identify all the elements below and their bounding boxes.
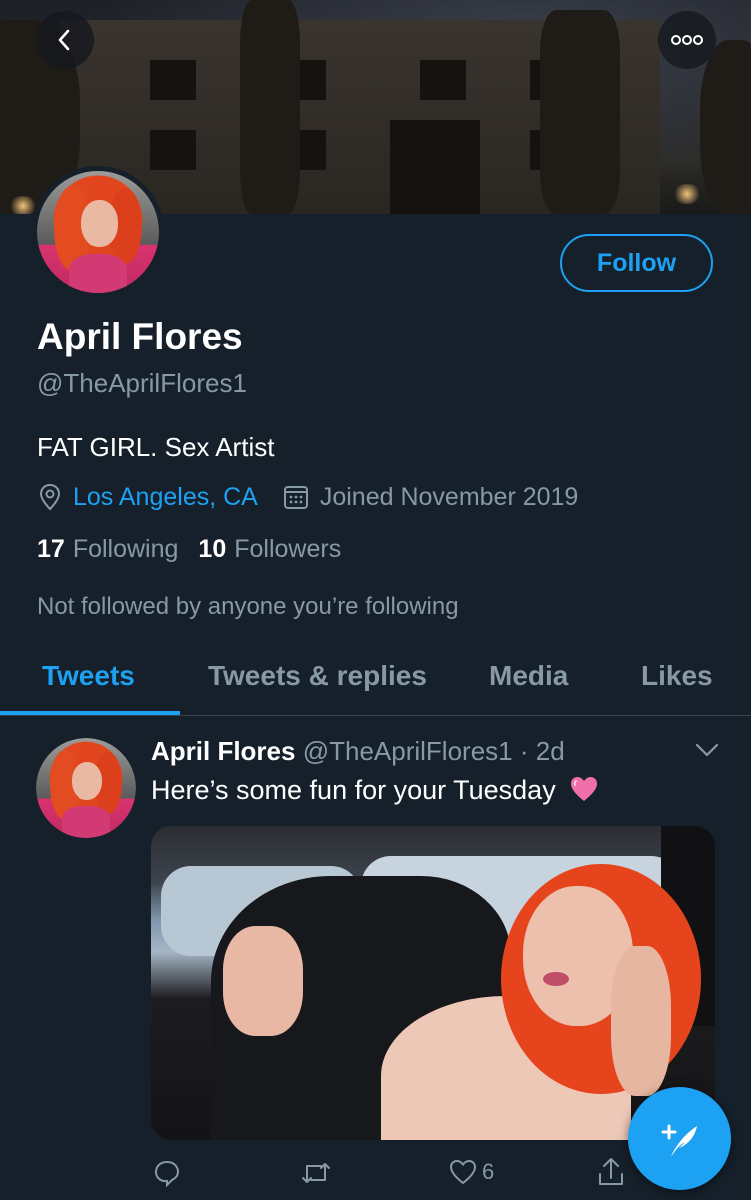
profile-location-link[interactable]: Los Angeles, CA — [73, 483, 258, 512]
active-tab-indicator — [0, 711, 180, 715]
profile-tabs: Tweets Tweets & replies Media Likes — [0, 640, 751, 716]
profile-name: April Flores — [37, 316, 243, 357]
tweet-body: Here’s some fun for your Tuesday — [151, 775, 556, 805]
compose-tweet-button[interactable] — [628, 1087, 731, 1190]
tab-tweets-replies[interactable]: Tweets & replies — [208, 660, 427, 692]
retweet-icon — [302, 1163, 330, 1183]
following-label: Following — [72, 535, 179, 563]
like-count: 6 — [482, 1159, 495, 1184]
profile-meta: Los Angeles, CA Joined November 2019 — [37, 480, 578, 514]
tweet-handle-time: @TheAprilFlores1 · 2d — [302, 736, 565, 766]
heart-icon — [449, 1159, 477, 1185]
profile-stats: 17 Following 10 Followers — [37, 535, 341, 564]
profile-avatar[interactable] — [32, 166, 164, 298]
following-count: 17 — [37, 535, 65, 563]
tweet-header: April Flores @TheAprilFlores1 · 2d — [151, 736, 565, 767]
followers-count: 10 — [198, 535, 227, 563]
share-button[interactable] — [596, 1156, 626, 1188]
location-pin-icon — [39, 483, 61, 511]
tweet-text: Here’s some fun for your Tuesday — [151, 775, 599, 806]
tweet-media-image[interactable] — [151, 826, 715, 1140]
more-options-button[interactable] — [658, 11, 716, 69]
follow-context-note: Not followed by anyone you’re following — [37, 593, 459, 620]
compose-feather-icon — [661, 1124, 697, 1156]
reply-icon — [154, 1160, 180, 1188]
profile-joined-date: Joined November 2019 — [319, 482, 579, 511]
calendar-icon — [283, 486, 308, 509]
more-horizontal-icon — [671, 35, 703, 45]
chevron-left-icon — [58, 29, 70, 51]
followers-label: Followers — [234, 535, 342, 563]
reply-button[interactable] — [152, 1158, 182, 1188]
profile-handle: @TheAprilFlores1 — [37, 368, 247, 398]
following-stat[interactable]: 17 Following — [37, 535, 178, 564]
like-button[interactable]: 6 — [448, 1158, 494, 1186]
tweet-author-name[interactable]: April Flores — [151, 736, 295, 766]
retweet-button[interactable] — [300, 1158, 332, 1188]
back-button[interactable] — [36, 11, 94, 69]
chevron-down-icon[interactable] — [694, 740, 720, 760]
follow-button[interactable]: Follow — [560, 234, 713, 292]
profile-bio: FAT GIRL. Sex Artist — [37, 432, 275, 462]
tweet-author-avatar[interactable] — [36, 738, 136, 838]
share-icon — [599, 1158, 623, 1185]
followers-stat[interactable]: 10 Followers — [198, 535, 341, 564]
tab-tweets[interactable]: Tweets — [42, 660, 135, 692]
tab-likes[interactable]: Likes — [641, 660, 713, 692]
tab-media[interactable]: Media — [489, 660, 568, 692]
pink-heart-emoji-icon — [571, 777, 598, 801]
